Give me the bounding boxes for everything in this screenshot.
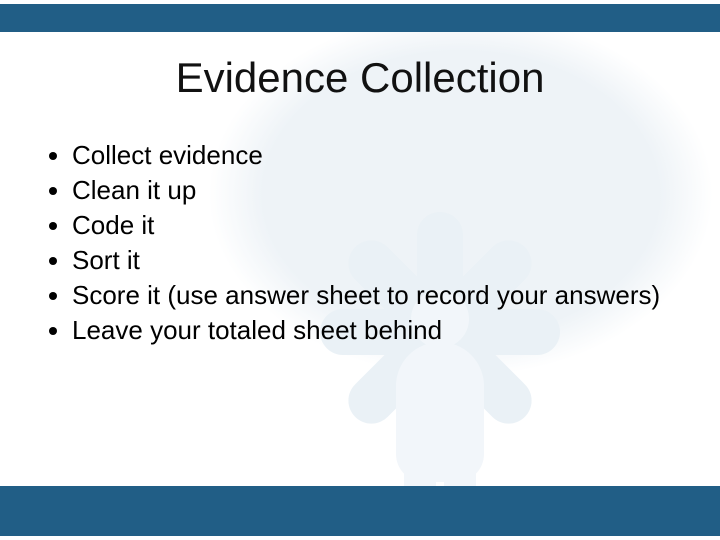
list-item: Sort it: [72, 243, 672, 278]
top-band: [0, 4, 720, 32]
list-item: Score it (use answer sheet to record you…: [72, 278, 672, 313]
list-item: Collect evidence: [72, 138, 672, 173]
slide: Evidence Collection Collect evidence Cle…: [0, 0, 720, 540]
list-item: Code it: [72, 208, 672, 243]
bullet-text: Score it (use answer sheet to record you…: [72, 280, 660, 310]
slide-content: Collect evidence Clean it up Code it Sor…: [40, 138, 672, 349]
bullet-text: Sort it: [72, 245, 140, 275]
bullet-text: Leave your totaled sheet behind: [72, 315, 442, 345]
bullet-list: Collect evidence Clean it up Code it Sor…: [40, 138, 672, 349]
bullet-text: Collect evidence: [72, 140, 263, 170]
bullet-text: Code it: [72, 210, 154, 240]
list-item: Leave your totaled sheet behind: [72, 313, 672, 348]
list-item: Clean it up: [72, 173, 672, 208]
slide-title: Evidence Collection: [0, 54, 720, 102]
bullet-text: Clean it up: [72, 175, 196, 205]
bottom-band: [0, 486, 720, 536]
